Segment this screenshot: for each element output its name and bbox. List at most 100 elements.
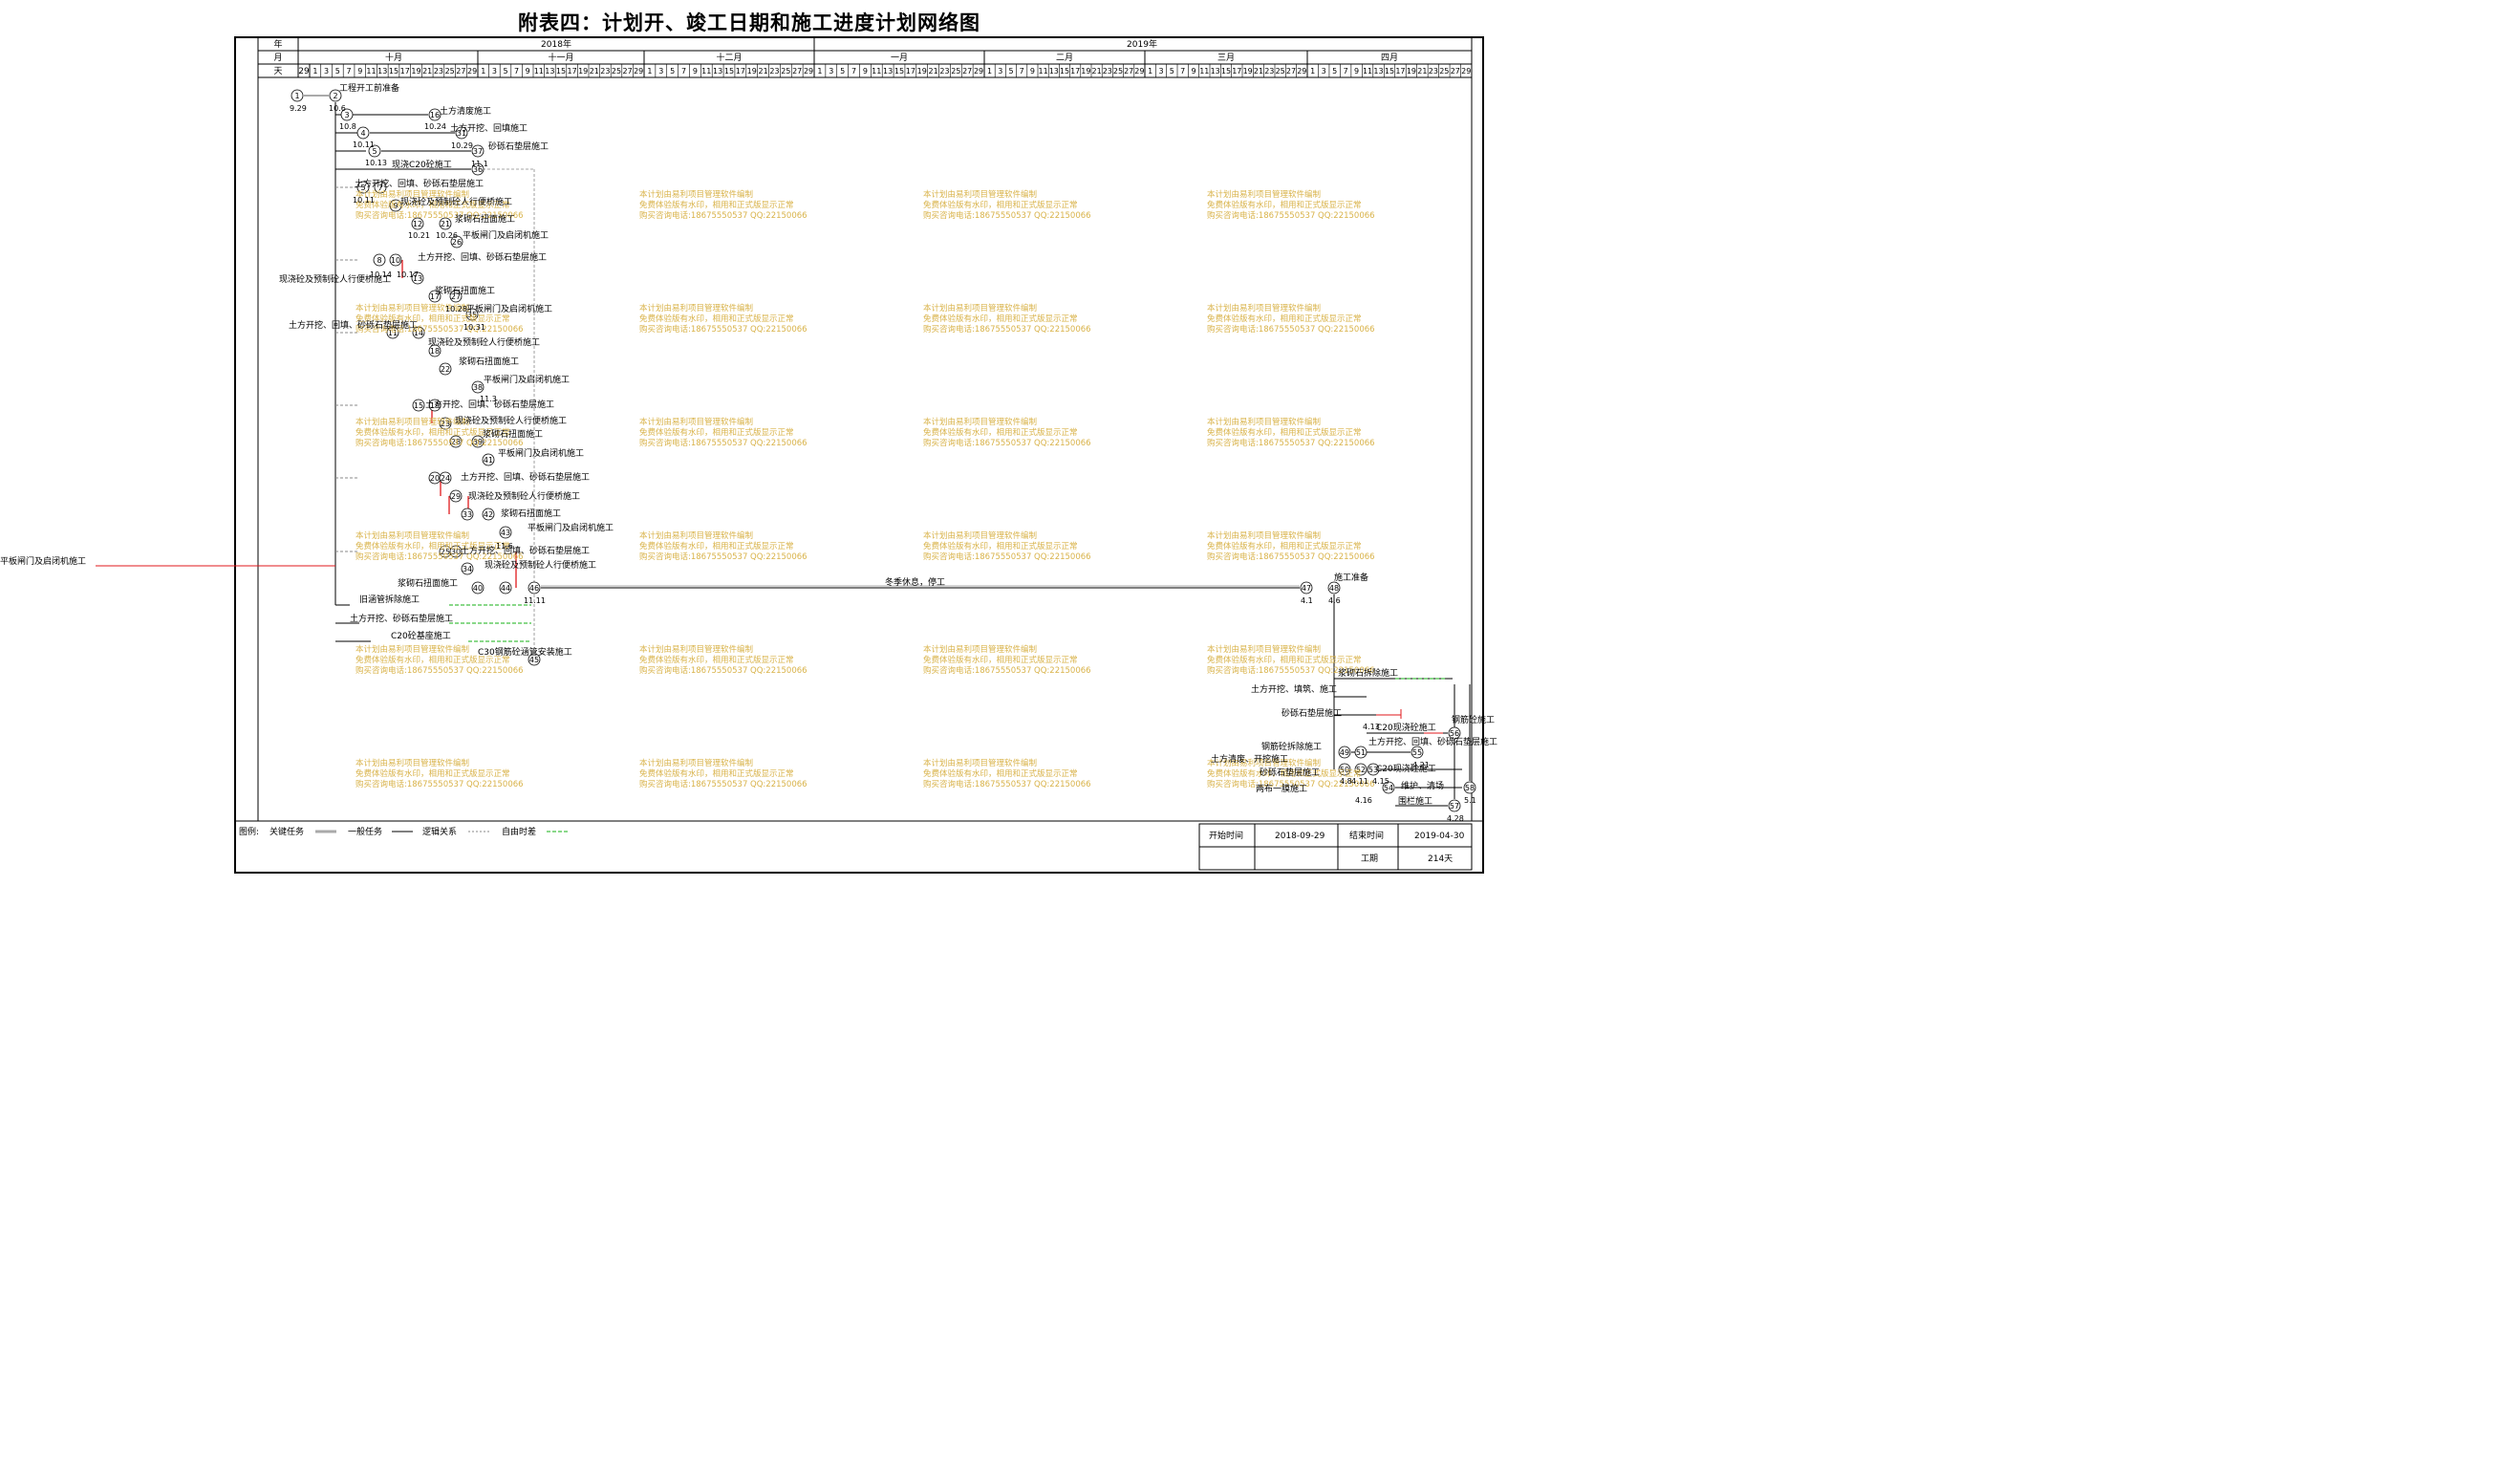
task-label: 土方开挖、回填、砂砾石垫层施工: [461, 473, 591, 483]
day-label: 7: [1343, 67, 1348, 76]
watermark-text: 免费体验版有水印，相用和正式版显示正常: [923, 769, 1078, 779]
day-label: 27: [962, 67, 973, 76]
date-label: 10.31: [463, 323, 485, 332]
date-label: 4.15: [1372, 777, 1389, 786]
date-label: 10.17: [397, 270, 419, 279]
date-label: 4.1: [1301, 596, 1313, 605]
watermark-text: 购买咨询电话:18675550537 QQ:22150066: [923, 552, 1091, 562]
day-label: 21: [758, 67, 768, 76]
task-label: C20现浇砼施工: [1376, 724, 1436, 733]
day-label: 13: [377, 67, 388, 76]
task-label: 浆砌石扭面施工: [483, 430, 544, 440]
date-label: 11.3: [480, 395, 497, 403]
task-label: 土方清废施工: [440, 107, 492, 117]
task-label: 土方开挖、回填、砂砾石垫层施工: [1368, 738, 1498, 747]
node-number: 20: [430, 474, 440, 483]
date-label: 10.11: [353, 141, 375, 149]
day-label: 13: [1210, 67, 1220, 76]
day-label: 9: [692, 67, 698, 76]
date-label: 10.21: [408, 231, 430, 240]
day-label: 25: [1112, 67, 1124, 76]
watermark-text: 本计划由易利项目管理软件编制: [923, 304, 1038, 313]
day-label: 3: [658, 67, 664, 76]
node-number: 44: [501, 584, 510, 593]
day-label: 17: [905, 67, 915, 76]
node-number: 49: [1340, 748, 1349, 757]
watermark-text: 本计划由易利项目管理软件编制: [355, 645, 470, 655]
legend-normal: 一般任务: [348, 828, 383, 837]
date-label: 10.13: [365, 159, 387, 167]
day-label: 1: [817, 67, 823, 76]
watermark-text: 本计划由易利项目管理软件编制: [639, 531, 754, 541]
duration-value: 214天: [1428, 854, 1454, 864]
day-label: 7: [680, 67, 687, 76]
node-number: 16: [430, 111, 440, 119]
day-label: 23: [769, 67, 780, 76]
node-number: 1: [294, 92, 299, 100]
task-label: 现浇砼及预制砼人行便桥施工: [468, 492, 581, 502]
node-number: 22: [441, 365, 450, 374]
date-label: 10.11: [353, 196, 375, 205]
day-label: 11: [1362, 67, 1373, 76]
day-label: 29: [634, 67, 644, 76]
watermark-text: 购买咨询电话:18675550537 QQ:22150066: [923, 211, 1091, 221]
task-label: 现浇砼及预制砼人行便桥施工: [485, 561, 597, 571]
watermark-text: 本计划由易利项目管理软件编制: [1207, 304, 1322, 313]
day-label: 23: [1102, 67, 1112, 76]
date-label: 9.29: [290, 104, 307, 113]
node-number: 8: [377, 256, 381, 265]
task-label-outside: 平板闸门及启闭机施工: [0, 557, 87, 567]
watermark-text: 本计划由易利项目管理软件编制: [923, 645, 1038, 655]
watermark-text: 购买咨询电话:18675550537 QQ:22150066: [923, 666, 1091, 676]
task-label: 钢筋砼施工: [1452, 716, 1496, 725]
day-label: 1: [481, 67, 486, 76]
node-number: 43: [501, 529, 510, 537]
node-number: 48: [1329, 584, 1339, 593]
header-day-label: 天: [273, 67, 283, 76]
date-label: 11.11: [524, 596, 546, 605]
task-label: 现浇砼及预制砼人行便桥施工: [455, 417, 568, 426]
task-label: 工程开工前准备: [339, 84, 400, 94]
watermark-text: 购买咨询电话:18675550537 QQ:22150066: [923, 780, 1091, 789]
day-label: 23: [433, 67, 444, 76]
task-label: 浆砌石扭面施工: [398, 579, 459, 589]
day-label: 1: [647, 67, 653, 76]
node-number: 38: [473, 383, 483, 392]
day-label: 25: [1439, 67, 1450, 76]
day-label: 29: [467, 67, 478, 76]
day-label: 9: [862, 67, 868, 76]
node-number: 55: [1412, 748, 1422, 757]
day-label: 21: [589, 67, 599, 76]
task-label: C30钢筋砼涵管安装施工: [478, 648, 572, 658]
date-label: 10.24: [424, 122, 446, 131]
node-number: 58: [1465, 784, 1475, 792]
watermark-text: 本计划由易利项目管理软件编制: [923, 759, 1038, 768]
day-label: 19: [1242, 67, 1253, 76]
day-label: 9: [357, 67, 363, 76]
node-number: 56: [1450, 729, 1459, 738]
day-label: 15: [555, 67, 567, 76]
day-label: 27: [622, 67, 633, 76]
watermark-text: 本计划由易利项目管理软件编制: [923, 190, 1038, 200]
watermark-text: 购买咨询电话:18675550537 QQ:22150066: [639, 211, 808, 221]
node-number: 24: [441, 474, 450, 483]
day-label: 19: [578, 67, 589, 76]
task-label: 平板闸门及启闭机施工: [466, 305, 553, 314]
node-number: 47: [1302, 584, 1311, 593]
watermark-text: 免费体验版有水印，相用和正式版显示正常: [1207, 428, 1362, 438]
task-label: 维护、清场: [1401, 782, 1445, 791]
node-number: 42: [484, 510, 493, 519]
day-label: 1: [312, 67, 318, 76]
month-label: 一月: [890, 54, 908, 63]
node-number: 41: [484, 456, 493, 465]
day-label: 5: [503, 67, 508, 76]
day-label: 27: [456, 67, 466, 76]
watermark-text: 免费体验版有水印，相用和正式版显示正常: [1207, 656, 1362, 665]
watermark-text: 免费体验版有水印，相用和正式版显示正常: [923, 201, 1078, 210]
node-number: 57: [1450, 802, 1459, 811]
day-label: 17: [1070, 67, 1081, 76]
day-label: 27: [1450, 67, 1460, 76]
duration-label: 工期: [1361, 854, 1379, 864]
day-label: 19: [746, 67, 757, 76]
date-label: 11.6: [496, 542, 513, 551]
